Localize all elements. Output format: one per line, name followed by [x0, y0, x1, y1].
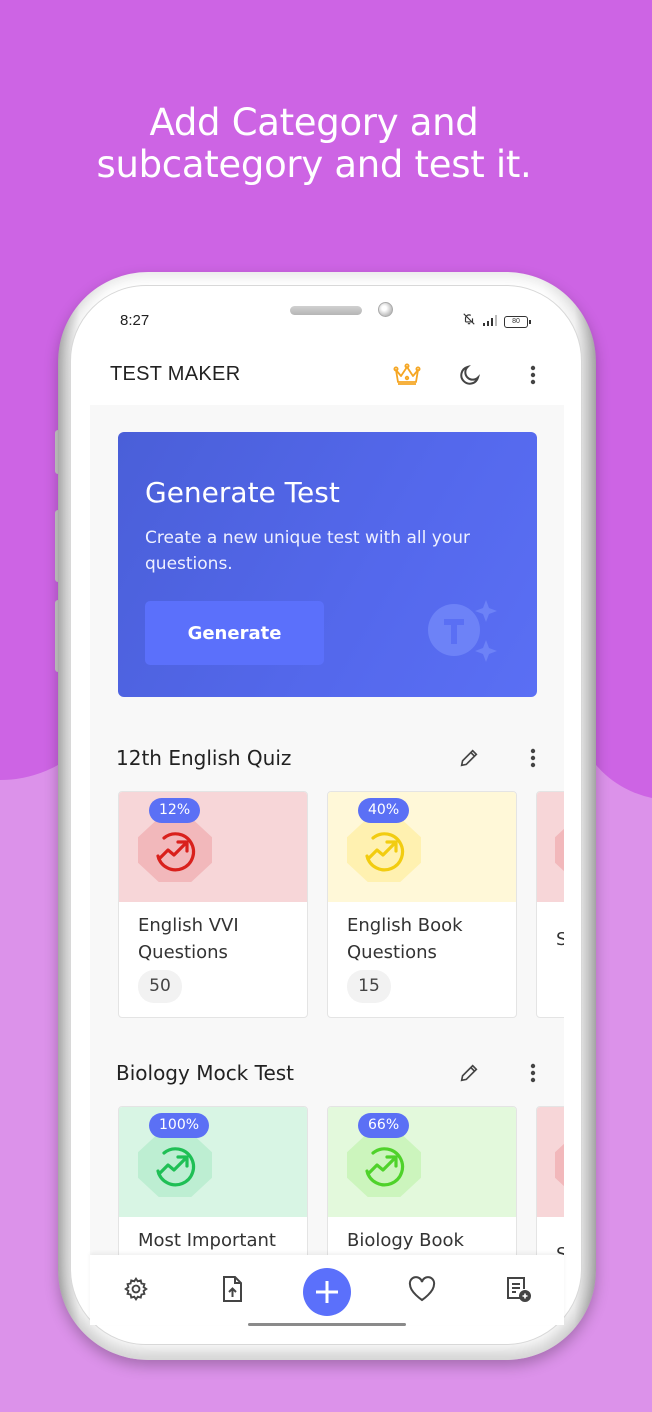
phone-speaker	[290, 306, 362, 315]
battery-icon: 80	[504, 315, 531, 328]
settings-icon[interactable]	[120, 1273, 152, 1305]
edit-pencil-icon[interactable]	[456, 745, 482, 771]
status-time: 8:27	[120, 312, 150, 329]
subcategory-name: English Book Questions	[347, 915, 463, 963]
category-title: 12th English Quiz	[116, 746, 292, 770]
subcategory-row: 100% Most Important 66% Biology Book S	[118, 1106, 564, 1255]
favorite-heart-icon[interactable]	[406, 1273, 438, 1305]
progress-percent-badge: 40%	[358, 798, 410, 823]
dark-mode-moon-icon[interactable]	[456, 361, 484, 389]
subcategory-row: 12% English VVI Questions 50 40% English …	[118, 791, 564, 1018]
progress-percent-badge: 100%	[149, 1113, 210, 1138]
promo-headline-line-2: subcategory and test it.	[96, 143, 532, 186]
trending-up-icon	[365, 1147, 405, 1187]
category-more-icon[interactable]	[520, 1060, 546, 1086]
category-title: Biology Mock Test	[116, 1061, 295, 1085]
generate-test-title: Generate Test	[145, 476, 340, 509]
generate-button[interactable]: Generate	[145, 601, 324, 665]
question-count: 15	[347, 970, 391, 1003]
promo-headline: Add Category and subcategory and test it…	[0, 102, 652, 186]
file-upload-icon[interactable]	[216, 1273, 248, 1305]
bottom-navigation	[90, 1255, 564, 1325]
generate-test-description: Create a new unique test with all your q…	[145, 528, 470, 574]
subcategory-name: Biology Book	[347, 1230, 464, 1251]
status-icons: 80	[462, 312, 531, 331]
add-button[interactable]	[303, 1268, 351, 1316]
main-content[interactable]: Generate Test Create a new unique test w…	[90, 405, 564, 1255]
signal-icon	[482, 313, 498, 331]
trending-up-icon	[365, 832, 405, 872]
test-sparkle-icon	[424, 594, 504, 674]
subcategory-card[interactable]: S	[536, 1106, 564, 1255]
bell-off-icon	[462, 312, 476, 331]
trending-up-icon	[156, 832, 196, 872]
home-indicator[interactable]	[248, 1323, 406, 1326]
subcategory-card[interactable]: 100% Most Important	[118, 1106, 308, 1255]
app-title: TEST MAKER	[110, 363, 241, 385]
category-more-icon[interactable]	[520, 745, 546, 771]
subcategory-card[interactable]: S	[536, 791, 564, 1018]
subcategory-card[interactable]: 40% English Book Questions 15	[327, 791, 517, 1018]
more-vert-icon[interactable]	[519, 361, 547, 389]
note-add-icon[interactable]	[502, 1273, 534, 1305]
promo-headline-line-1: Add Category and	[149, 101, 479, 144]
subcategory-name: English VVI Questions	[138, 915, 239, 963]
subcategory-card[interactable]: 66% Biology Book	[327, 1106, 517, 1255]
crown-premium-icon[interactable]	[393, 361, 421, 389]
question-count: 50	[138, 970, 182, 1003]
subcategory-name: S	[556, 926, 564, 953]
progress-percent-badge: 12%	[149, 798, 201, 823]
progress-percent-badge: 66%	[358, 1113, 410, 1138]
generate-test-card: Generate Test Create a new unique test w…	[118, 432, 537, 697]
trending-up-icon	[156, 1147, 196, 1187]
edit-pencil-icon[interactable]	[456, 1060, 482, 1086]
subcategory-name: S	[556, 1241, 564, 1255]
add-icon	[316, 1281, 338, 1303]
subcategory-name: Most Important	[138, 1230, 276, 1251]
phone-camera	[378, 302, 393, 317]
subcategory-card[interactable]: 12% English VVI Questions 50	[118, 791, 308, 1018]
